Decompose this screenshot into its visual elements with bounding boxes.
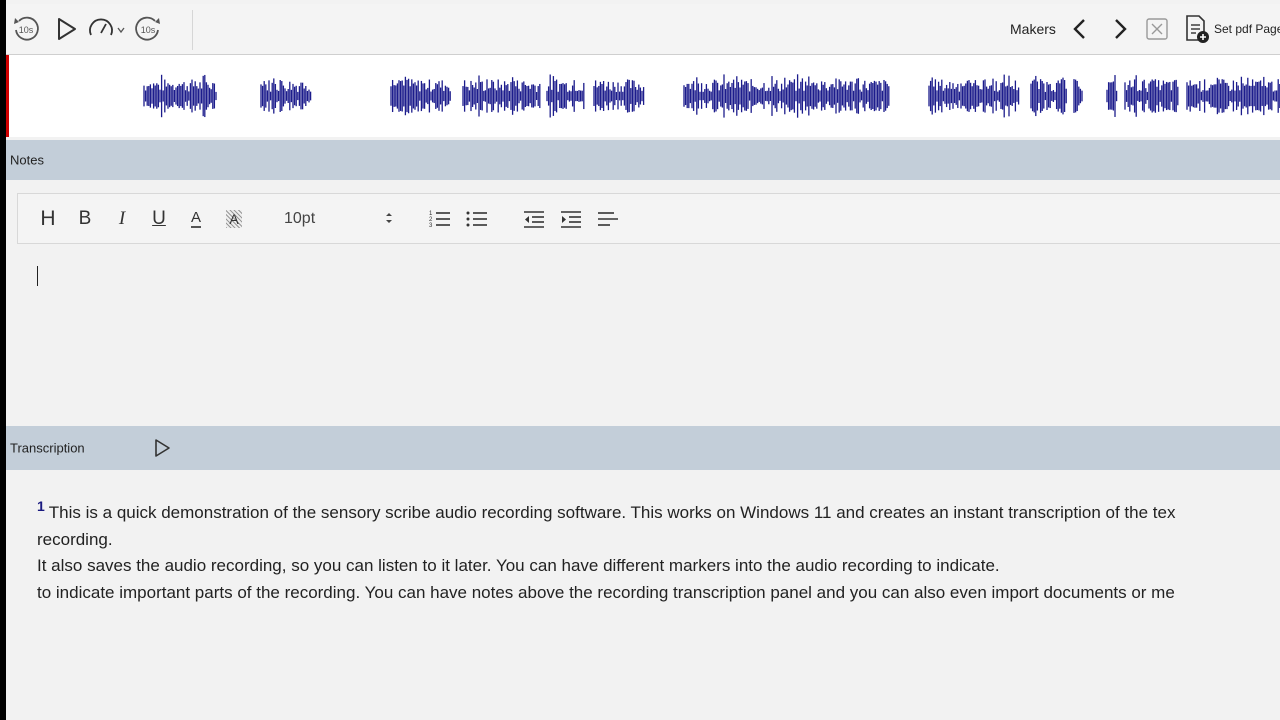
svg-text:3: 3	[429, 223, 433, 229]
set-pdf-page-button[interactable]	[1182, 14, 1212, 44]
audio-waveform[interactable]	[6, 55, 1280, 137]
svg-text:10s: 10s	[19, 25, 34, 35]
transcript-line: recording.	[37, 529, 113, 549]
toolbar-separator	[192, 10, 193, 50]
makers-label: Makers	[1010, 21, 1056, 37]
transcript-line-text: This is a quick demonstration of the sen…	[48, 503, 1176, 522]
notes-title: Notes	[10, 152, 44, 168]
set-pdf-page-label: Set pdf Page	[1214, 22, 1280, 36]
heading-label: H	[40, 207, 56, 230]
bold-button[interactable]: B	[74, 206, 96, 232]
text-caret	[37, 266, 38, 286]
transcript-line: to indicate important parts of the recor…	[37, 582, 1175, 602]
chevron-left-icon	[1073, 19, 1085, 39]
player-toolbar: 10s 10s Makers Set pdf Page	[6, 4, 1280, 55]
highlight-button[interactable]: A	[222, 206, 246, 232]
italic-button[interactable]: I	[111, 206, 133, 232]
rewind-10s-button[interactable]: 10s	[10, 14, 42, 44]
ordered-list-button[interactable]: 1 2 3	[428, 206, 452, 232]
align-left-icon	[598, 212, 618, 226]
outdent-icon	[524, 211, 544, 228]
playback-speed-icon	[89, 18, 125, 36]
outdent-button[interactable]	[522, 206, 546, 232]
font-size-select[interactable]: 10pt	[284, 206, 394, 232]
play-icon	[58, 18, 76, 40]
transcription-header: Transcription	[6, 426, 1280, 470]
playback-speed-button[interactable]	[86, 14, 128, 44]
select-arrows-icon	[386, 213, 392, 223]
notes-header: Notes	[6, 140, 1280, 180]
italic-label: I	[118, 208, 126, 229]
ordered-list-icon: 1 2 3	[429, 211, 450, 229]
heading-button[interactable]: H	[36, 206, 60, 232]
add-pdf-page-icon	[1186, 15, 1209, 43]
font-color-button[interactable]: A	[185, 206, 207, 232]
play-icon	[155, 439, 170, 457]
previous-marker-button[interactable]	[1068, 16, 1092, 42]
font-size-value: 10pt	[284, 210, 316, 227]
segment-number[interactable]: 1	[37, 500, 45, 514]
transcript-line: 1 This is a quick demonstration of the se…	[37, 500, 1280, 527]
next-marker-button[interactable]	[1108, 16, 1132, 42]
underline-label: U	[152, 208, 166, 229]
forward-10s-icon: 10s	[135, 16, 160, 41]
underline-button[interactable]: U	[148, 206, 170, 232]
bullet-list-button[interactable]	[465, 206, 489, 232]
transcription-play-button[interactable]	[150, 437, 174, 459]
close-x-icon	[1146, 18, 1168, 40]
svg-text:10s: 10s	[141, 25, 156, 35]
transcription-title: Transcription	[10, 440, 85, 456]
transcription-text[interactable]: 1 This is a quick demonstration of the se…	[37, 500, 1280, 606]
waveform-graphic	[143, 74, 1280, 118]
indent-button[interactable]	[559, 206, 583, 232]
chevron-right-icon	[1115, 19, 1127, 39]
font-color-icon: A	[190, 209, 201, 228]
notes-editor[interactable]	[17, 245, 1280, 423]
play-button[interactable]	[50, 14, 82, 44]
forward-10s-button[interactable]: 10s	[132, 14, 164, 44]
transcript-line: It also saves the audio recording, so yo…	[37, 556, 1000, 575]
align-left-button[interactable]	[596, 206, 620, 232]
bullet-list-icon	[466, 211, 487, 227]
indent-icon	[561, 211, 581, 228]
highlight-icon: A	[226, 210, 242, 228]
remove-marker-button[interactable]	[1145, 17, 1169, 41]
bold-label: B	[78, 208, 92, 229]
rewind-10s-icon: 10s	[14, 16, 39, 41]
notes-editor-toolbar: H B I U A A 10pt 1 2 3	[17, 193, 1280, 244]
